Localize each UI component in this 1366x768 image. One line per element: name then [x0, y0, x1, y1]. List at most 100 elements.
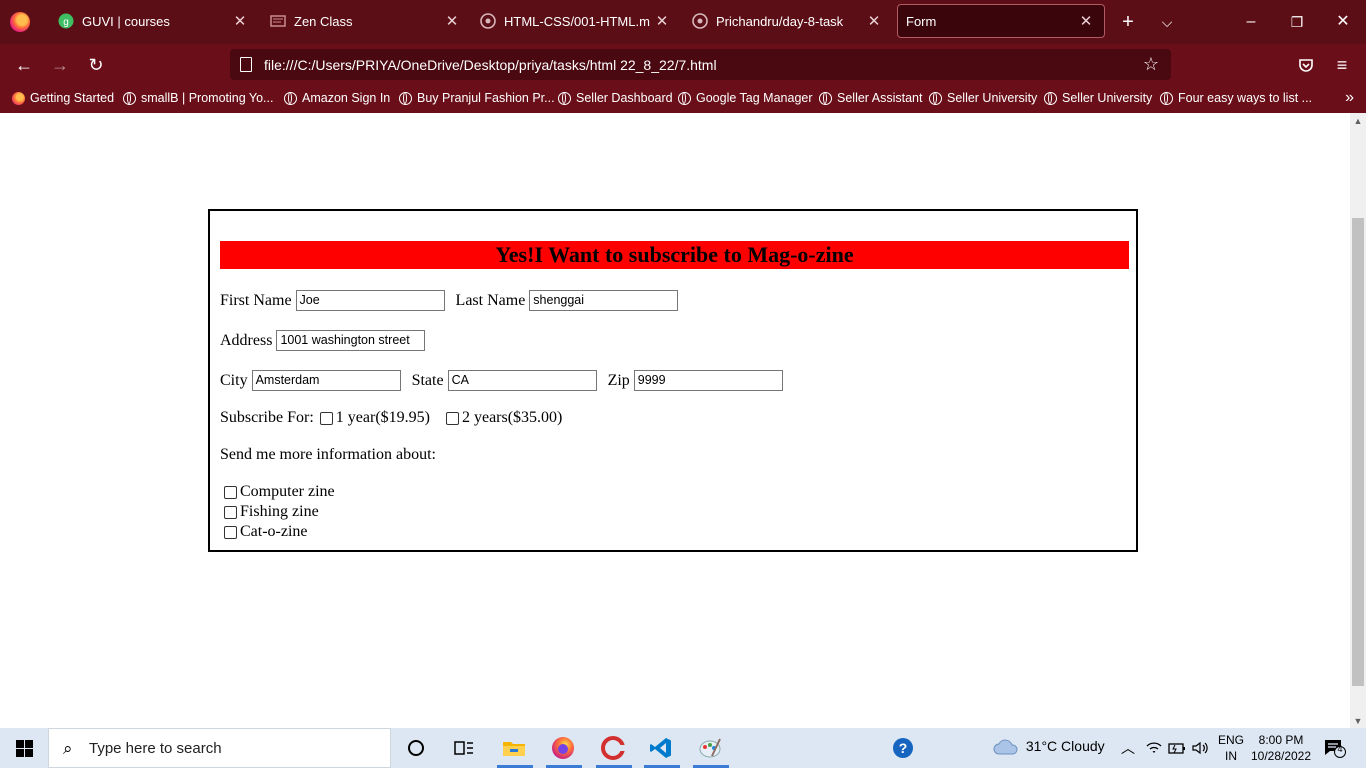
forward-button[interactable]: →	[47, 53, 73, 77]
computer-zine-checkbox[interactable]	[224, 485, 237, 499]
cortana-icon[interactable]	[403, 736, 429, 760]
globe-icon	[558, 91, 571, 105]
bookmark-amazon-sign-in[interactable]: Amazon Sign In	[284, 91, 390, 105]
subscribe-row: Subscribe For: 1 year($19.95) 2 years($3…	[220, 409, 574, 427]
subscribe-2-years-option[interactable]: 2 years($35.00)	[442, 409, 562, 427]
form-title: Yes!I Want to subscribe to Mag-o-zine	[220, 241, 1129, 269]
more-bookmarks-icon[interactable]: »	[1345, 89, 1354, 107]
bookmark-label: Four easy ways to list ...	[1178, 91, 1313, 105]
taskbar-search-box[interactable]: ⌕ Type here to search	[48, 728, 391, 768]
search-icon: ⌕	[63, 739, 73, 758]
windows-taskbar: ⌕ Type here to search ? 31°C Cloudy ︿ EN…	[0, 728, 1366, 768]
first-name-input[interactable]: Joe	[295, 290, 445, 311]
page-viewport: Yes!I Want to subscribe to Mag-o-zine Fi…	[0, 113, 1366, 728]
bookmark-star-icon[interactable]: ☆	[1143, 54, 1159, 75]
firefox-menu-icon[interactable]	[10, 12, 30, 32]
address-bar[interactable]: file:///C:/Users/PRIYA/OneDrive/Desktop/…	[230, 49, 1171, 80]
cat-o-zine-checkbox[interactable]	[224, 525, 237, 539]
github-icon	[480, 13, 496, 29]
window-close-button[interactable]: ✕	[1328, 10, 1358, 34]
bookmark-pranjul-fashion[interactable]: Buy Pranjul Fashion Pr...	[399, 91, 555, 105]
city-label: City	[220, 371, 248, 389]
subscribe-2-years-checkbox[interactable]	[445, 411, 459, 425]
network-icon[interactable]	[1146, 740, 1162, 759]
battery-icon[interactable]	[1168, 740, 1186, 759]
scroll-up-icon[interactable]: ▲	[1350, 116, 1366, 126]
bookmark-label: Amazon Sign In	[302, 91, 391, 105]
notification-center-icon[interactable]: 4	[1324, 738, 1346, 761]
minimize-button[interactable]: –	[1236, 10, 1266, 34]
bookmark-seller-university[interactable]: Seller University	[929, 91, 1037, 105]
windows-start-icon[interactable]	[16, 740, 33, 757]
scrollbar-thumb[interactable]	[1352, 218, 1364, 686]
firefox-taskbar-icon[interactable]	[550, 736, 576, 760]
last-name-input[interactable]: shenggai	[529, 290, 679, 311]
close-icon[interactable]: ✕	[228, 12, 252, 30]
state-input[interactable]: CA	[447, 370, 597, 391]
globe-icon	[399, 91, 412, 105]
ccleaner-icon[interactable]	[600, 736, 626, 760]
subscription-form: Yes!I Want to subscribe to Mag-o-zine Fi…	[208, 209, 1138, 552]
close-icon[interactable]: ✕	[650, 12, 674, 30]
close-icon[interactable]: ✕	[1074, 12, 1098, 30]
bookmark-label: Seller Assistant	[837, 91, 923, 105]
scroll-down-icon[interactable]: ▼	[1350, 716, 1366, 726]
task-view-icon[interactable]	[451, 736, 477, 760]
subscribe-2-years-label: 2 years($35.00)	[461, 409, 563, 426]
info-option-cat[interactable]: Cat-o-zine	[220, 523, 308, 541]
reload-button[interactable]: ↻	[83, 53, 109, 77]
bookmark-google-tag-manager[interactable]: Google Tag Manager	[678, 91, 813, 105]
input-language[interactable]: ENG IN	[1218, 732, 1244, 764]
city-input[interactable]: Amsterdam	[251, 370, 401, 391]
zip-label: Zip	[607, 371, 630, 389]
address-row: Address 1001 washington street	[220, 330, 436, 351]
subscribe-1-year-option[interactable]: 1 year($19.95)	[316, 409, 430, 427]
bookmark-four-easy-ways[interactable]: Four easy ways to list ...	[1160, 91, 1312, 105]
close-icon[interactable]: ✕	[440, 12, 464, 30]
list-all-tabs-button[interactable]: ⌵	[1155, 10, 1179, 34]
pocket-icon[interactable]	[1293, 53, 1319, 77]
globe-icon	[1044, 91, 1057, 105]
file-explorer-icon[interactable]	[501, 736, 527, 760]
info-option-fishing[interactable]: Fishing zine	[220, 503, 319, 521]
restore-button[interactable]: ❐	[1282, 10, 1312, 34]
url-text[interactable]: file:///C:/Users/PRIYA/OneDrive/Desktop/…	[264, 57, 717, 73]
menu-icon[interactable]: ≡	[1329, 53, 1355, 77]
close-icon[interactable]: ✕	[862, 12, 886, 30]
address-input[interactable]: 1001 washington street	[276, 330, 426, 351]
fishing-zine-checkbox[interactable]	[224, 505, 237, 519]
vscode-icon[interactable]	[648, 736, 674, 760]
bookmark-seller-university-2[interactable]: Seller University	[1044, 91, 1152, 105]
volume-icon[interactable]	[1191, 740, 1209, 759]
weather-text: 31°C Cloudy	[1025, 738, 1105, 754]
guvi-icon: g	[58, 13, 74, 29]
bookmark-seller-dashboard[interactable]: Seller Dashboard	[558, 91, 673, 105]
clock[interactable]: 8:00 PM 10/28/2022	[1248, 732, 1314, 764]
tab-prichandru-day8[interactable]: Prichandru/day-8-task ✕	[678, 2, 892, 40]
state-label: State	[411, 371, 444, 389]
globe-icon	[929, 91, 942, 105]
weather-widget[interactable]: 31°C Cloudy	[992, 738, 1105, 756]
show-hidden-icons-chevron-icon[interactable]: ︿	[1121, 738, 1135, 758]
bookmark-label: Buy Pranjul Fashion Pr...	[417, 91, 555, 105]
tab-html-css-readme[interactable]: HTML-CSS/001-HTML.md at ✕	[466, 2, 680, 40]
new-tab-button[interactable]: +	[1116, 10, 1140, 34]
back-button[interactable]: ←	[11, 53, 37, 77]
bookmark-smallb[interactable]: smallB | Promoting Yo...	[123, 91, 273, 105]
subscribe-1-year-checkbox[interactable]	[319, 411, 333, 425]
bookmark-seller-assistant[interactable]: Seller Assistant	[819, 91, 922, 105]
vertical-scrollbar[interactable]: ▲ ▼	[1350, 113, 1366, 728]
tab-zen-class[interactable]: Zen Class ✕	[256, 2, 470, 40]
clock-time: 8:00 PM	[1258, 733, 1304, 747]
cat-o-zine-label: Cat-o-zine	[240, 523, 308, 540]
computer-zine-label: Computer zine	[240, 483, 335, 500]
tab-form[interactable]: Form ✕	[897, 4, 1105, 38]
zip-input[interactable]: 9999	[633, 370, 783, 391]
paint-icon[interactable]	[697, 736, 723, 760]
svg-text:?: ?	[899, 740, 908, 756]
help-icon[interactable]: ?	[890, 736, 916, 760]
tab-guvi-courses[interactable]: g GUVI | courses ✕	[44, 2, 258, 40]
page-info-icon[interactable]	[240, 57, 252, 72]
info-option-computer[interactable]: Computer zine	[220, 483, 335, 501]
bookmark-getting-started[interactable]: Getting Started	[12, 91, 114, 105]
